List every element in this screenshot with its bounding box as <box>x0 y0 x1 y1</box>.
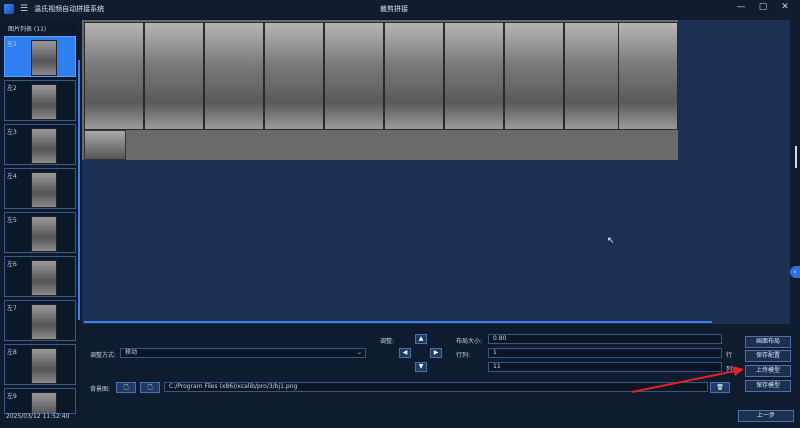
rows-input[interactable]: 1 <box>488 348 722 358</box>
col-unit-label: 列 <box>726 366 733 373</box>
upload-model-button[interactable]: 上传模型 <box>745 365 791 377</box>
thumbnail-item[interactable]: 左4 <box>4 168 76 209</box>
cols-value: 11 <box>493 363 501 370</box>
thumbnail-item[interactable]: 左1 <box>4 36 76 77</box>
page-title: 裁剪拼接 <box>380 5 408 13</box>
canvas-layout-button[interactable]: 画面布局 <box>745 336 791 348</box>
thumbnail-image <box>31 348 57 384</box>
stitched-tile[interactable] <box>84 22 144 130</box>
thumbnail-item[interactable]: 左8 <box>4 344 76 385</box>
thumbnail-label: 左9 <box>7 393 17 400</box>
window-controls: — ▢ ✕ <box>730 2 796 12</box>
save-config-button[interactable]: 保存配置 <box>745 350 791 362</box>
thumbnail-label: 左6 <box>7 261 17 268</box>
image-list-header: 图片列表 (11) <box>8 26 47 33</box>
cols-input[interactable]: 11 <box>488 362 722 372</box>
minimize-icon[interactable]: — <box>730 2 752 12</box>
move-down-button[interactable]: ▼ <box>415 362 427 372</box>
previous-step-button[interactable]: 上一步 <box>738 410 794 422</box>
move-up-button[interactable]: ▲ <box>415 334 427 344</box>
chevron-down-icon: ⌄ <box>356 349 362 356</box>
thumbnail-image <box>31 216 57 252</box>
trash-icon: 🗑 <box>716 384 724 391</box>
new-file-button[interactable]: 🗋 <box>140 382 160 393</box>
thumbnail-image <box>31 84 57 120</box>
thumbnail-image <box>31 128 57 164</box>
thumbnail-label: 左1 <box>7 41 17 48</box>
layout-size-label: 布局大小: <box>456 338 483 345</box>
thumbnail-label: 左4 <box>7 173 17 180</box>
move-right-button[interactable]: ▶ <box>430 348 442 358</box>
file-icon: 🗋 <box>147 384 153 391</box>
thumbnail-image <box>31 260 57 296</box>
stitched-tile[interactable] <box>264 22 324 130</box>
thumbnail-image <box>31 392 57 413</box>
stitched-tile[interactable] <box>144 22 204 130</box>
maximize-icon[interactable]: ▢ <box>752 2 774 12</box>
thumbnail-item[interactable]: 左2 <box>4 80 76 121</box>
adjust-label: 调整: <box>380 338 395 345</box>
title-bar: ☰ 温氏视频自动拼接系统 裁剪拼接 — ▢ ✕ <box>0 0 800 18</box>
thumbnail-label: 左2 <box>7 85 17 92</box>
move-left-button[interactable]: ◀ <box>399 348 411 358</box>
thumbnail-label: 左5 <box>7 217 17 224</box>
thumbnail-label: 左8 <box>7 349 17 356</box>
file-icon: 🗋 <box>123 384 129 391</box>
image-list-panel: 图片列表 (11) 左1 左2 左3 左4 左5 左6 左7 左8 左9 <box>2 20 80 414</box>
thumbnail-item[interactable]: 左3 <box>4 124 76 165</box>
thumbnail-item[interactable]: 左9 <box>4 388 76 414</box>
stitched-image-strip[interactable] <box>82 20 678 160</box>
rows-value: 1 <box>493 349 497 356</box>
mouse-cursor-icon: ↖ <box>607 236 615 246</box>
app-title: 温氏视频自动拼接系统 <box>34 5 105 13</box>
canvas-horizontal-scrollbar[interactable] <box>84 321 712 323</box>
control-panel: 调整方式: 移动 ⌄ 调整: ▲ ◀ ▶ ▼ 布局大小: 0.80 行列: 1 … <box>82 326 790 398</box>
canvas-vertical-scrollbar[interactable] <box>795 146 797 168</box>
thumbnail-item[interactable]: 左6 <box>4 256 76 297</box>
background-path-input[interactable]: C:/Program Files (x86)/xcalib/pro/3/bj1.… <box>164 382 708 392</box>
adjust-mode-select[interactable]: 移动 ⌄ <box>120 348 366 358</box>
app-logo-icon <box>4 4 14 14</box>
close-icon[interactable]: ✕ <box>774 2 796 12</box>
thumbnail-item[interactable]: 左7 <box>4 300 76 341</box>
adjust-mode-value: 移动 <box>125 349 138 356</box>
timestamp: 2025/03/12 11:52:40 <box>6 413 70 420</box>
background-path-value: C:/Program Files (x86)/xcalib/pro/3/bj1.… <box>169 383 298 390</box>
thumbnail-image <box>31 172 57 208</box>
stitched-tile[interactable] <box>618 22 678 130</box>
thumbnail-label: 左7 <box>7 305 17 312</box>
stitched-tile[interactable] <box>384 22 444 130</box>
collapse-panel-icon[interactable]: ‹ <box>790 266 800 278</box>
stitch-canvas[interactable] <box>82 20 790 324</box>
stitched-tile[interactable] <box>444 22 504 130</box>
background-label: 背景图: <box>90 386 111 393</box>
menu-icon[interactable]: ☰ <box>20 4 28 14</box>
rowcol-label: 行列: <box>456 352 471 359</box>
sidebar-scrollbar[interactable] <box>78 60 80 320</box>
layout-size-input[interactable]: 0.80 <box>488 334 722 344</box>
stitched-tile[interactable] <box>204 22 264 130</box>
stitched-tile[interactable] <box>504 22 564 130</box>
layout-size-value: 0.80 <box>493 335 507 342</box>
thumbnail-image <box>31 304 57 340</box>
thumbnail-item[interactable]: 左5 <box>4 212 76 253</box>
adjust-mode-label: 调整方式: <box>90 352 117 359</box>
stitched-tile[interactable] <box>564 22 624 130</box>
thumbnail-image <box>31 40 57 76</box>
delete-button[interactable]: 🗑 <box>710 382 730 393</box>
row-unit-label: 行 <box>726 352 733 359</box>
stitched-tile-small[interactable] <box>84 130 126 160</box>
open-file-button[interactable]: 🗋 <box>116 382 136 393</box>
stitched-tile[interactable] <box>324 22 384 130</box>
save-model-button[interactable]: 保存模型 <box>745 380 791 392</box>
thumbnail-label: 左3 <box>7 129 17 136</box>
